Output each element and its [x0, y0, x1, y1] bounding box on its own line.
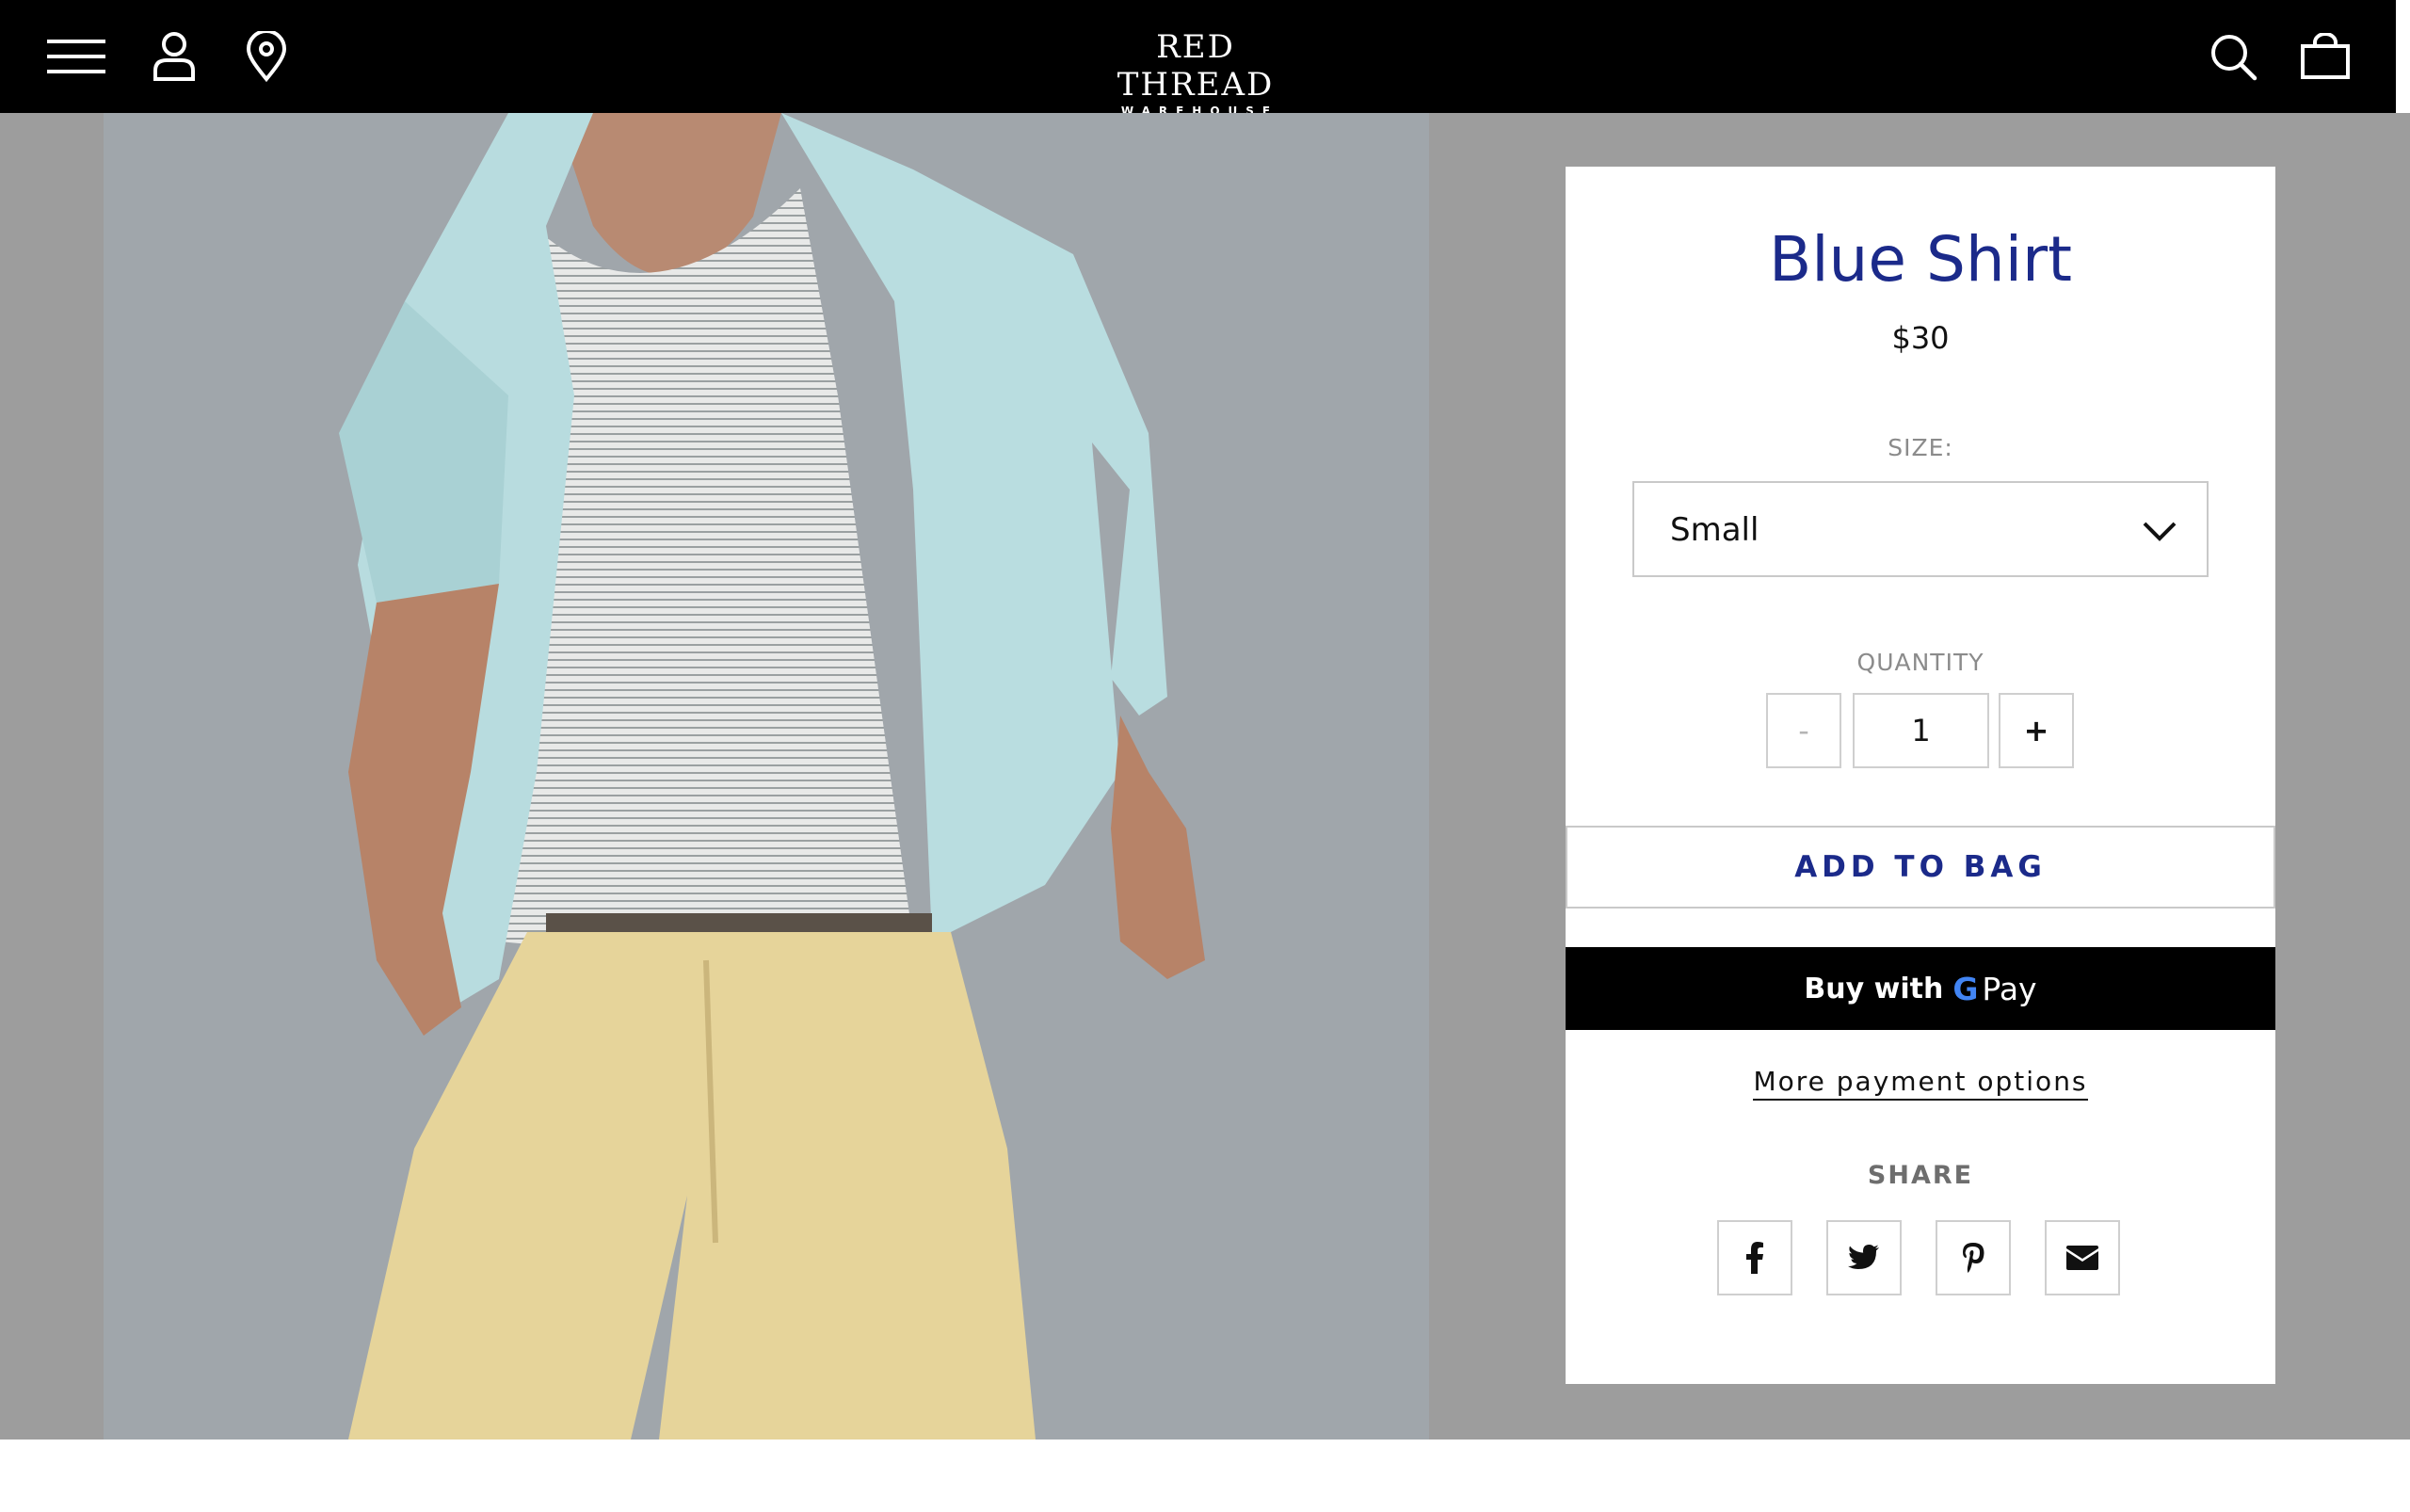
pinterest-icon — [1963, 1243, 1984, 1273]
quantity-input[interactable]: 1 — [1853, 693, 1989, 768]
location-pin-icon — [246, 31, 287, 82]
store-locator-button[interactable] — [235, 28, 297, 85]
shopping-bag-icon — [2301, 33, 2350, 79]
share-label: SHARE — [1867, 1161, 1974, 1190]
share-twitter-button[interactable] — [1826, 1220, 1902, 1295]
product-image — [104, 113, 1429, 1440]
site-logo[interactable]: RED THREAD WAREHOUSE — [1083, 28, 1309, 119]
search-icon — [2211, 35, 2257, 81]
quantity-decrease-button[interactable]: - — [1766, 693, 1841, 768]
size-selected-value: Small — [1670, 511, 1759, 549]
product-price: $30 — [1891, 320, 1950, 356]
share-pinterest-button[interactable] — [1936, 1220, 2011, 1295]
size-select[interactable]: Small — [1632, 481, 2209, 577]
quantity-label: QUANTITY — [1856, 649, 1984, 676]
logo-wordmark: RED THREAD — [1117, 28, 1275, 104]
facebook-icon — [1746, 1242, 1763, 1274]
account-button[interactable] — [143, 28, 205, 85]
share-email-button[interactable] — [2045, 1220, 2120, 1295]
product-title: Blue Shirt — [1768, 223, 2073, 296]
search-button[interactable] — [2202, 28, 2264, 85]
google-g-icon: G — [1952, 970, 1979, 1007]
size-label: SIZE: — [1888, 434, 1953, 461]
gpay-buy-with-text: Buy with — [1804, 972, 1944, 1005]
menu-icon — [47, 40, 105, 73]
gpay-pay-text: Pay — [1982, 970, 2037, 1007]
menu-button[interactable] — [45, 28, 107, 85]
more-payment-options: More payment options — [1566, 1063, 2275, 1101]
share-facebook-button[interactable] — [1717, 1220, 1792, 1295]
quantity-increase-button[interactable]: + — [1999, 693, 2074, 768]
chevron-down-icon — [2143, 522, 2177, 541]
google-pay-button[interactable]: Buy with G Pay — [1566, 947, 2275, 1030]
add-to-bag-button[interactable]: ADD TO BAG — [1566, 826, 2275, 909]
product-info-card: Blue Shirt $30 SIZE: Small QUANTITY - 1 … — [1566, 167, 2275, 1384]
cart-button[interactable] — [2294, 28, 2356, 85]
more-payment-options-link[interactable]: More payment options — [1753, 1066, 2088, 1101]
account-icon — [153, 32, 195, 81]
email-icon — [2066, 1246, 2098, 1270]
site-header: RED THREAD WAREHOUSE — [0, 0, 2396, 118]
twitter-icon — [1848, 1245, 1879, 1269]
